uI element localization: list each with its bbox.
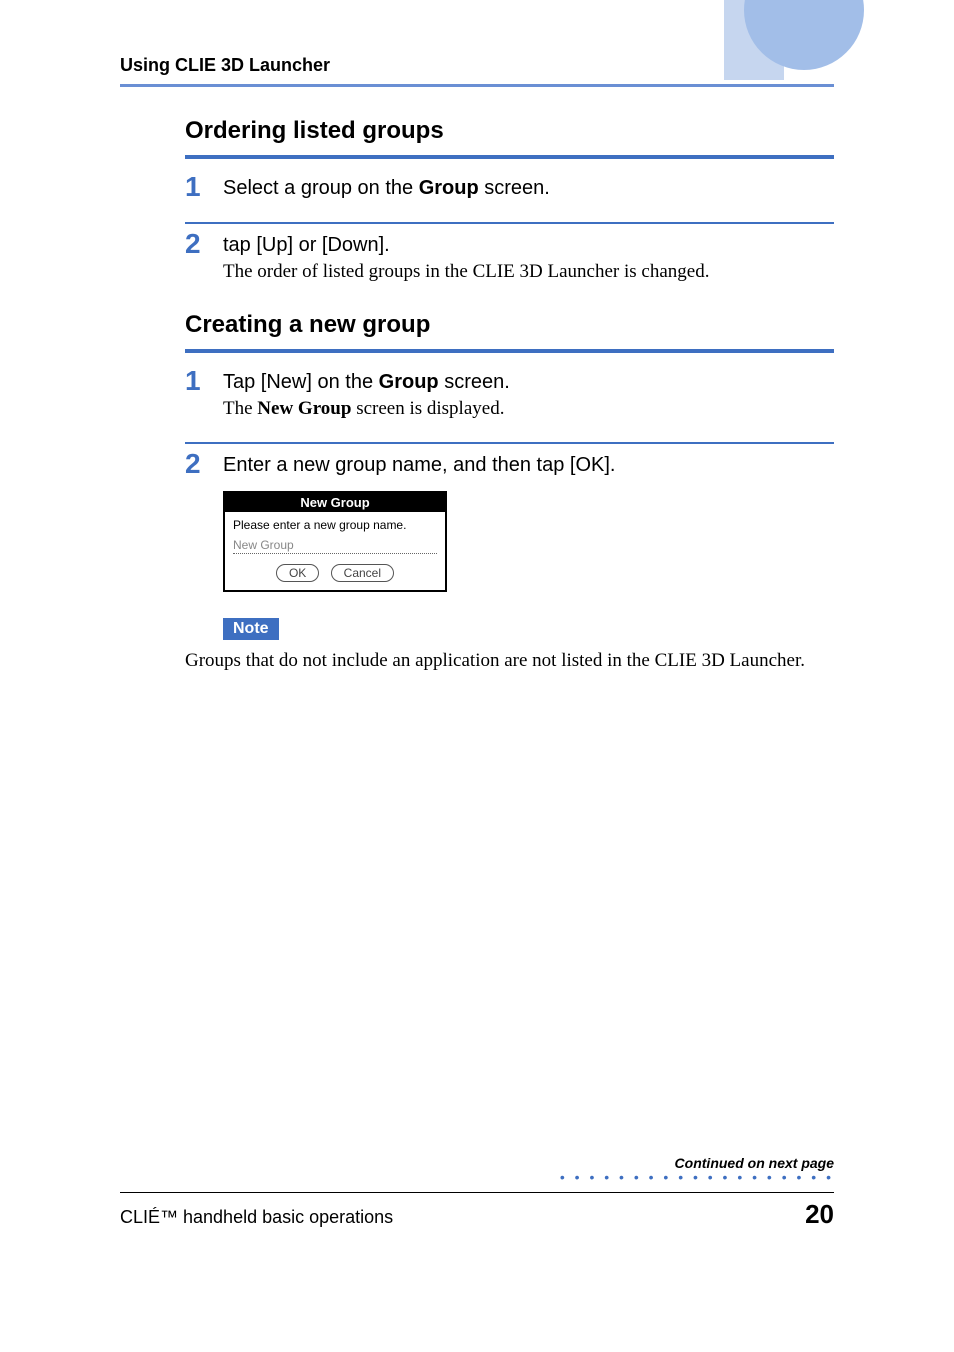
ordering-step-1: 1 Select a group on the Group screen. xyxy=(185,177,834,200)
page-footer: CLIÉ™ handheld basic operations 20 xyxy=(120,1192,834,1230)
step-text: screen. xyxy=(439,371,510,393)
running-header: Using CLIE 3D Launcher xyxy=(120,55,834,76)
new-group-dialog: New Group Please enter a new group name.… xyxy=(223,491,447,592)
step-sub-text: The xyxy=(223,398,257,419)
step-number: 2 xyxy=(185,228,201,260)
step-head: Enter a new group name, and then tap [OK… xyxy=(223,454,615,476)
step-rule xyxy=(185,442,834,444)
footer-title: CLIÉ™ handheld basic operations xyxy=(120,1207,393,1228)
step-bold: Group xyxy=(419,177,479,199)
cancel-button[interactable]: Cancel xyxy=(331,564,394,582)
ok-button[interactable]: OK xyxy=(276,564,319,582)
step-text: Select a group on the xyxy=(223,177,419,199)
section-rule xyxy=(185,155,834,159)
step-head: Tap [New] on the Group screen. xyxy=(223,371,510,393)
step-number: 1 xyxy=(185,171,201,203)
step-subtext: The New Group screen is displayed. xyxy=(223,398,834,420)
creating-step-2: 2 Enter a new group name, and then tap [… xyxy=(185,454,834,477)
step-head: tap [Up] or [Down]. xyxy=(223,234,390,256)
step-number: 2 xyxy=(185,448,201,480)
step-sub-text: screen is displayed. xyxy=(351,398,504,419)
step-subtext: The order of listed groups in the CLIE 3… xyxy=(223,261,834,283)
step-rule xyxy=(185,222,834,224)
step-sub-bold: New Group xyxy=(257,398,351,419)
dialog-title: New Group xyxy=(225,493,445,512)
continued-dots: • • • • • • • • • • • • • • • • • • • xyxy=(560,1174,834,1180)
note-text: Groups that do not include an applicatio… xyxy=(185,648,834,674)
page-number: 20 xyxy=(805,1199,834,1230)
creating-step-1: 1 Tap [New] on the Group screen. The New… xyxy=(185,371,834,420)
dialog-input[interactable]: New Group xyxy=(233,538,437,554)
step-head: Select a group on the Group screen. xyxy=(223,177,550,199)
continued-indicator: Continued on next page • • • • • • • • •… xyxy=(560,1155,834,1180)
section-title-ordering: Ordering listed groups xyxy=(185,117,834,145)
step-bold: Group xyxy=(379,371,439,393)
step-number: 1 xyxy=(185,365,201,397)
step-text: screen. xyxy=(479,177,550,199)
dialog-prompt: Please enter a new group name. xyxy=(233,518,437,532)
ordering-step-2: 2 tap [Up] or [Down]. The order of liste… xyxy=(185,234,834,283)
step-text: Tap [New] on the xyxy=(223,371,379,393)
section-title-creating: Creating a new group xyxy=(185,311,834,339)
note-label: Note xyxy=(223,618,279,640)
section-rule xyxy=(185,349,834,353)
